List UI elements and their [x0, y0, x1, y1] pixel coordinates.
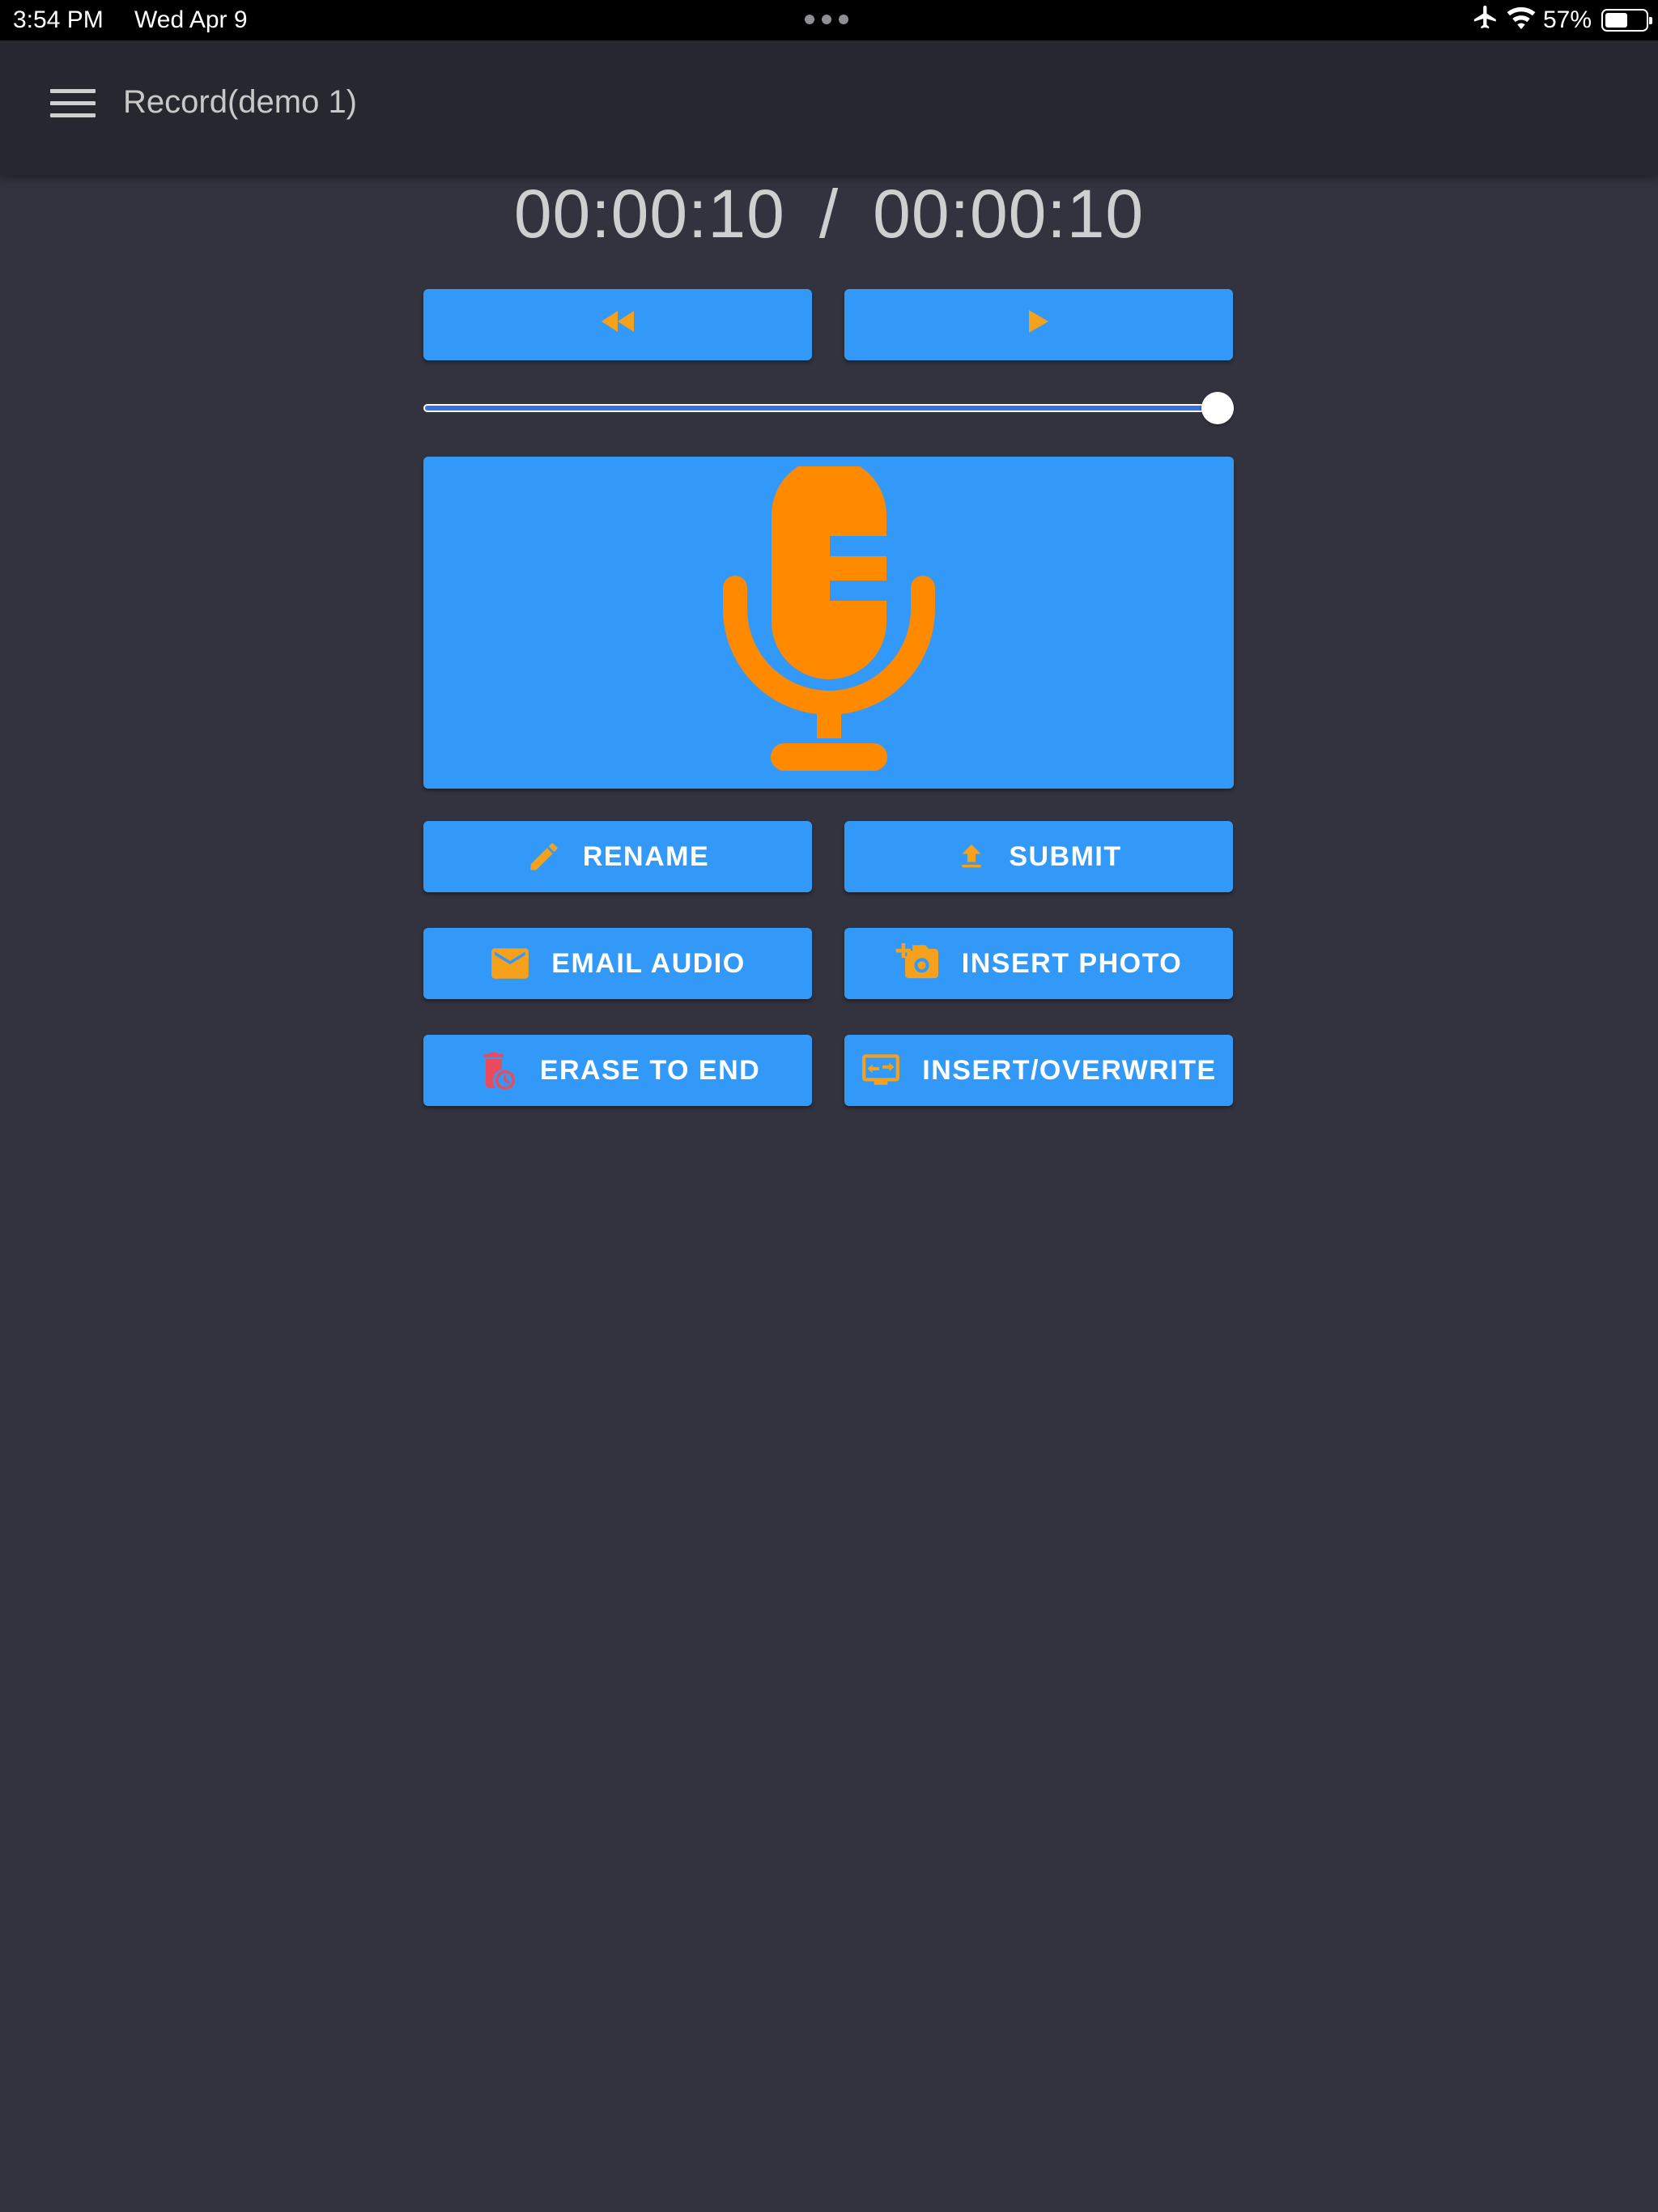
playback-slider[interactable] — [423, 392, 1234, 424]
wifi-icon — [1506, 4, 1537, 36]
record-button[interactable] — [423, 457, 1234, 789]
multitasking-dots-icon[interactable] — [805, 15, 848, 24]
insert-photo-button[interactable]: INSERT PHOTO — [844, 928, 1233, 999]
add-a-photo-icon — [895, 943, 941, 984]
erase-to-end-label: ERASE TO END — [539, 1054, 761, 1086]
app-bar: Record(demo 1) — [0, 40, 1658, 175]
slider-fill — [425, 406, 1218, 410]
erase-to-end-button[interactable]: ERASE TO END — [423, 1035, 812, 1106]
insert-overwrite-label: INSERT/OVERWRITE — [922, 1054, 1217, 1086]
play-button[interactable] — [844, 289, 1233, 360]
rewind-icon — [600, 309, 636, 341]
battery-icon — [1601, 9, 1652, 32]
upload-icon — [955, 839, 988, 874]
insert-overwrite-button[interactable]: INSERT/OVERWRITE — [844, 1035, 1233, 1106]
email-audio-button[interactable]: EMAIL AUDIO — [423, 928, 812, 999]
status-bar: 3:54 PM Wed Apr 9 57% — [0, 0, 1658, 40]
battery-percentage: 57% — [1542, 6, 1592, 33]
status-time: 3:54 PM — [13, 6, 104, 33]
total-time: 00:00:10 — [873, 175, 1145, 252]
page-title: Record(demo 1) — [123, 84, 358, 120]
slider-thumb[interactable] — [1201, 392, 1234, 424]
time-separator: / — [818, 175, 840, 252]
hamburger-menu-icon[interactable] — [50, 89, 96, 126]
submit-label: SUBMIT — [1009, 840, 1122, 872]
current-time: 00:00:10 — [513, 175, 785, 252]
microphone-icon — [722, 457, 935, 780]
airplane-icon — [1472, 3, 1499, 37]
rewind-button[interactable] — [423, 289, 812, 360]
pencil-icon — [526, 839, 562, 874]
time-display: 00:00:10 / 00:00:10 — [0, 175, 1658, 253]
rename-label: RENAME — [582, 840, 710, 872]
insert-photo-label: INSERT PHOTO — [961, 947, 1183, 979]
insert-overwrite-icon — [861, 1053, 901, 1088]
email-icon — [490, 946, 530, 981]
delete-clock-icon — [475, 1049, 519, 1091]
status-date: Wed Apr 9 — [134, 6, 248, 33]
email-audio-label: EMAIL AUDIO — [551, 947, 746, 979]
rename-button[interactable]: RENAME — [423, 821, 812, 892]
play-icon — [1027, 308, 1050, 342]
submit-button[interactable]: SUBMIT — [844, 821, 1233, 892]
